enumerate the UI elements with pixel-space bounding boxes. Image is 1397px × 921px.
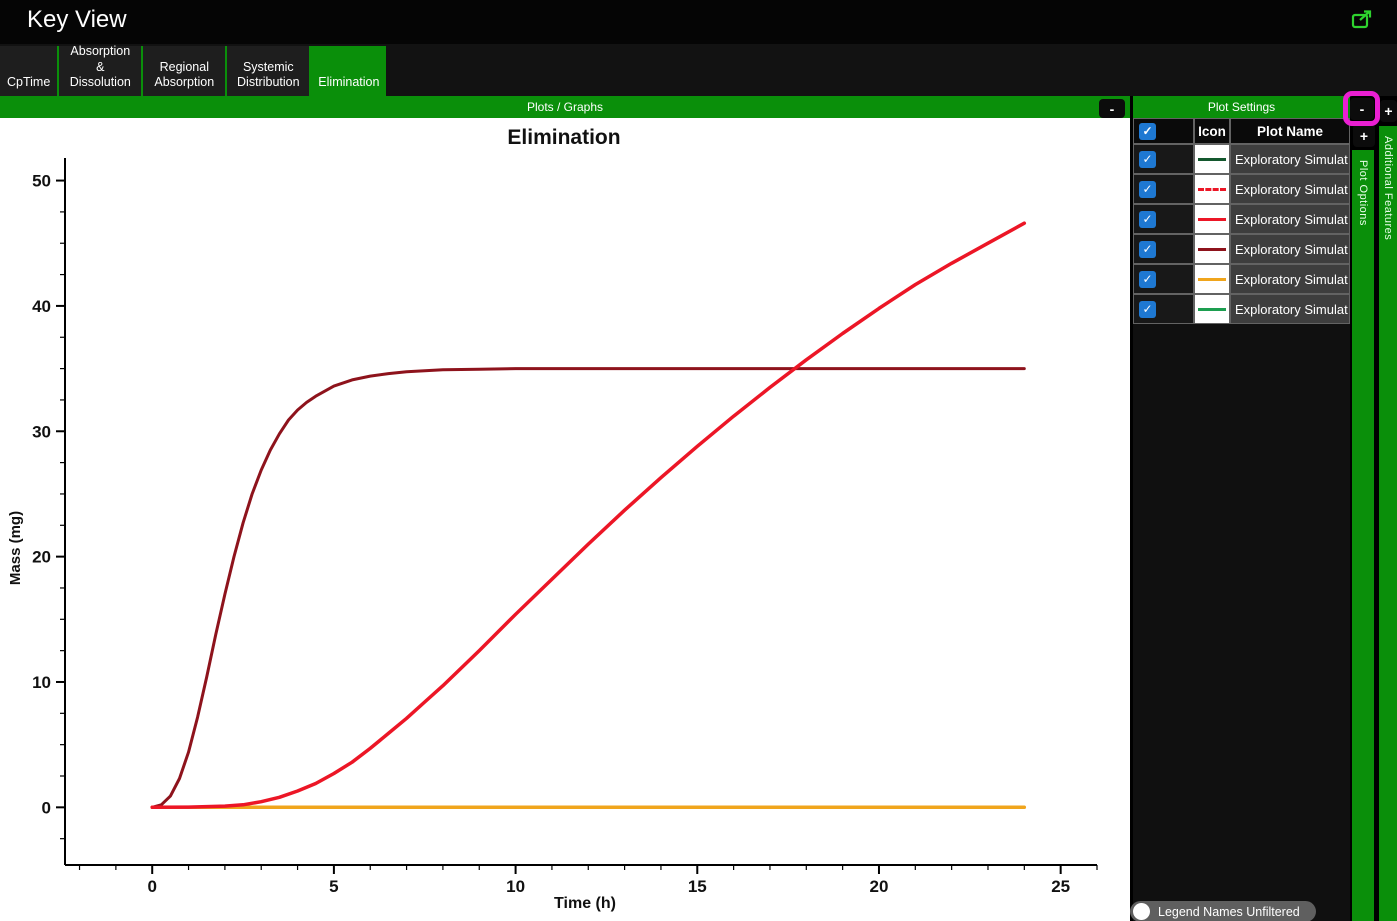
plot-name-cell[interactable]: Exploratory Simulat	[1230, 174, 1350, 204]
plot-line-icon	[1194, 264, 1230, 294]
tab-regional-absorption[interactable]: Regional Absorption	[143, 46, 228, 96]
y-axis-label: Mass (mg)	[7, 511, 24, 585]
additional-features-strip[interactable]: Additional Features	[1379, 126, 1397, 921]
tab-elimination[interactable]: Elimination	[311, 46, 387, 96]
x-tick-label: 15	[688, 877, 707, 896]
plot-options-label: Plot Options	[1357, 160, 1369, 226]
checkbox-cell: ✓	[1133, 144, 1194, 174]
plot-name-cell[interactable]: Exploratory Simulat	[1230, 234, 1350, 264]
x-tick-label: 10	[506, 877, 525, 896]
chart-title: Elimination	[507, 126, 620, 149]
x-axis-label: Time (h)	[554, 895, 616, 912]
plot-settings-bar: Plot Settings	[1133, 96, 1350, 118]
series-line	[150, 221, 1027, 810]
additional-features-label: Additional Features	[1382, 136, 1394, 241]
plots-graphs-title: Plots / Graphs	[526, 100, 604, 114]
x-tick-label: 25	[1051, 877, 1070, 896]
checkbox-cell: ✓	[1133, 204, 1194, 234]
window-title: Key View	[27, 6, 127, 33]
title-bar: Key View	[0, 0, 1397, 44]
line-swatch-icon	[1198, 157, 1226, 161]
line-swatch-icon	[1198, 187, 1226, 191]
table-row[interactable]: ✓ Exploratory Simulat	[1133, 204, 1350, 234]
line-swatch-icon	[1198, 217, 1226, 221]
toggle-knob[interactable]	[1133, 903, 1150, 920]
plot-name-cell[interactable]: Exploratory Simulat	[1230, 144, 1350, 174]
header-cell: Icon	[1194, 118, 1230, 144]
tab-label: Absorption & Dissolution	[69, 44, 131, 90]
table-row[interactable]: ✓ Exploratory Simulat	[1133, 144, 1350, 174]
header-cell: ✓	[1133, 118, 1194, 144]
plot-settings-panel: ✓ Icon Plot Name ✓ Exploratory Simulat ✓ Explo…	[1130, 118, 1350, 921]
export-button[interactable]	[1350, 9, 1376, 33]
plot-settings-title: Plot Settings	[1207, 100, 1276, 114]
y-tick-label: 30	[32, 422, 51, 441]
plot-name-cell[interactable]: Exploratory Simulat	[1230, 264, 1350, 294]
line-swatch-icon	[1198, 247, 1226, 251]
tab-label: Elimination	[318, 75, 380, 90]
row-checkbox[interactable]: ✓	[1139, 180, 1156, 198]
line-swatch-icon	[1198, 277, 1226, 281]
tab-cptime[interactable]: CpTime	[0, 46, 60, 96]
table-body: ✓ Exploratory Simulat ✓ Exploratory Simulat…	[1133, 144, 1350, 324]
toggle-label: Legend Names Unfiltered	[1158, 904, 1300, 919]
x-tick-label: 5	[329, 877, 338, 896]
tab-systemic-distribution[interactable]: Systemic Distribution	[227, 46, 312, 96]
tab-bar: CpTime Absorption & Dissolution Regional A…	[0, 44, 1397, 96]
row-checkbox[interactable]: ✓	[1139, 210, 1156, 228]
key-view-window: Key View CpTime Absorption & Dissolution R…	[0, 0, 1397, 921]
y-tick-label: 10	[32, 673, 51, 692]
checkbox-cell: ✓	[1133, 264, 1194, 294]
checkbox-cell: ✓	[1133, 234, 1194, 264]
tab-label: Regional Absorption	[154, 59, 215, 90]
checkbox-cell: ✓	[1133, 294, 1194, 324]
additional-features-expand-button[interactable]: +	[1380, 100, 1397, 122]
plot-line-icon	[1194, 294, 1230, 324]
y-tick-label: 0	[42, 798, 51, 817]
elimination-chart: Elimination Time (h) Mass (mg) 0 5 10 15 20 25 0 1…	[7, 126, 1098, 912]
row-checkbox[interactable]: ✓	[1139, 150, 1156, 168]
tab-label: CpTime	[7, 75, 51, 90]
line-swatch-icon	[1198, 307, 1226, 311]
plot-line-icon	[1194, 174, 1230, 204]
row-checkbox[interactable]: ✓	[1139, 122, 1156, 140]
plot-name-cell[interactable]: Exploratory Simulat	[1230, 204, 1350, 234]
row-checkbox[interactable]: ✓	[1139, 300, 1156, 318]
tab-label: Systemic Distribution	[237, 59, 300, 90]
y-tick-label: 20	[32, 548, 51, 567]
plot-name-cell[interactable]: Exploratory Simulat	[1230, 294, 1350, 324]
header-cell: Plot Name	[1230, 118, 1350, 144]
legend-names-toggle[interactable]: Legend Names Unfiltered	[1130, 901, 1316, 921]
y-tick-label: 50	[32, 172, 51, 191]
y-tick-label: 40	[32, 297, 51, 316]
plots-graphs-bar: Plots / Graphs	[0, 96, 1130, 118]
row-checkbox[interactable]: ✓	[1139, 240, 1156, 258]
table-row[interactable]: ✓ Exploratory Simulat	[1133, 264, 1350, 294]
plot-options-strip[interactable]: Plot Options	[1352, 150, 1374, 921]
plots-graphs-collapse-button[interactable]: -	[1099, 99, 1125, 118]
plot-line-icon	[1194, 234, 1230, 264]
row-checkbox[interactable]: ✓	[1139, 270, 1156, 288]
tab-absorption-dissolution[interactable]: Absorption & Dissolution	[59, 44, 144, 96]
table-row[interactable]: ✓ Exploratory Simulat	[1133, 234, 1350, 264]
series-line	[150, 367, 1026, 809]
x-tick-label: 20	[870, 877, 889, 896]
plot-options-expand-button[interactable]: +	[1353, 124, 1375, 147]
x-tick-label: 0	[147, 877, 156, 896]
plot-line-icon	[1194, 204, 1230, 234]
plot-line-icon	[1194, 144, 1230, 174]
chart-area: Elimination Time (h) Mass (mg) 0 5 10 15 20 25 0 1…	[0, 118, 1130, 921]
table-header-row: ✓ Icon Plot Name	[1133, 118, 1350, 144]
table-row[interactable]: ✓ Exploratory Simulat	[1133, 174, 1350, 204]
open-external-icon	[1351, 10, 1372, 29]
checkbox-cell: ✓	[1133, 174, 1194, 204]
plot-table: ✓ Icon Plot Name ✓ Exploratory Simulat ✓ Explo…	[1133, 118, 1350, 324]
plot-settings-collapse-button[interactable]: -	[1350, 98, 1374, 120]
table-row[interactable]: ✓ Exploratory Simulat	[1133, 294, 1350, 324]
